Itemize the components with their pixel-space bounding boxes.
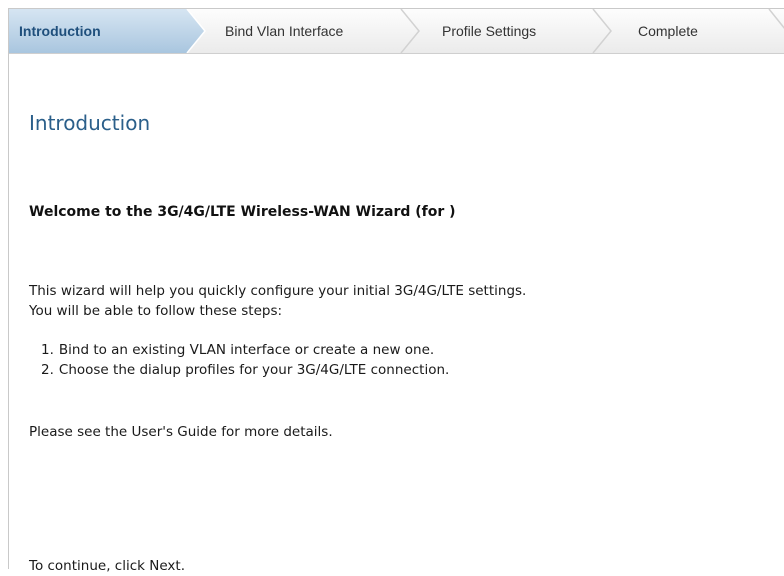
intro-text-line: You will be able to follow these steps: <box>29 303 283 319</box>
page-title: Introduction <box>29 111 151 135</box>
step-profile-settings[interactable]: Profile Settings <box>442 9 536 53</box>
list-item-number: 1. <box>41 342 54 358</box>
wizard-step-bar: Introduction Bind Vlan Interface Profile… <box>9 9 784 54</box>
welcome-heading: Welcome to the 3G/4G/LTE Wireless-WAN Wi… <box>29 204 456 220</box>
list-item: 1. Bind to an existing VLAN interface or … <box>29 340 449 360</box>
intro-text-line: This wizard will help you quickly config… <box>29 283 527 299</box>
list-item: 2. Choose the dialup profiles for your 3G… <box>29 360 449 380</box>
list-item-number: 2. <box>41 362 54 378</box>
list-item-text: Choose the dialup profiles for your 3G/4… <box>58 362 450 378</box>
step-complete[interactable]: Complete <box>638 9 698 53</box>
step-separator-arrow <box>400 9 420 53</box>
wizard-steps-list: 1. Bind to an existing VLAN interface or … <box>29 340 449 380</box>
step-bind-vlan-interface[interactable]: Bind Vlan Interface <box>225 9 343 53</box>
step-introduction[interactable]: Introduction <box>19 9 101 53</box>
step-separator-arrow <box>768 9 784 29</box>
list-item-text: Bind to an existing VLAN interface or cr… <box>58 342 435 358</box>
users-guide-note: Please see the User's Guide for more det… <box>29 424 333 440</box>
continue-instruction: To continue, click Next. <box>29 558 185 574</box>
step-separator-arrow <box>592 9 612 53</box>
wizard-frame: Introduction Bind Vlan Interface Profile… <box>8 8 784 574</box>
